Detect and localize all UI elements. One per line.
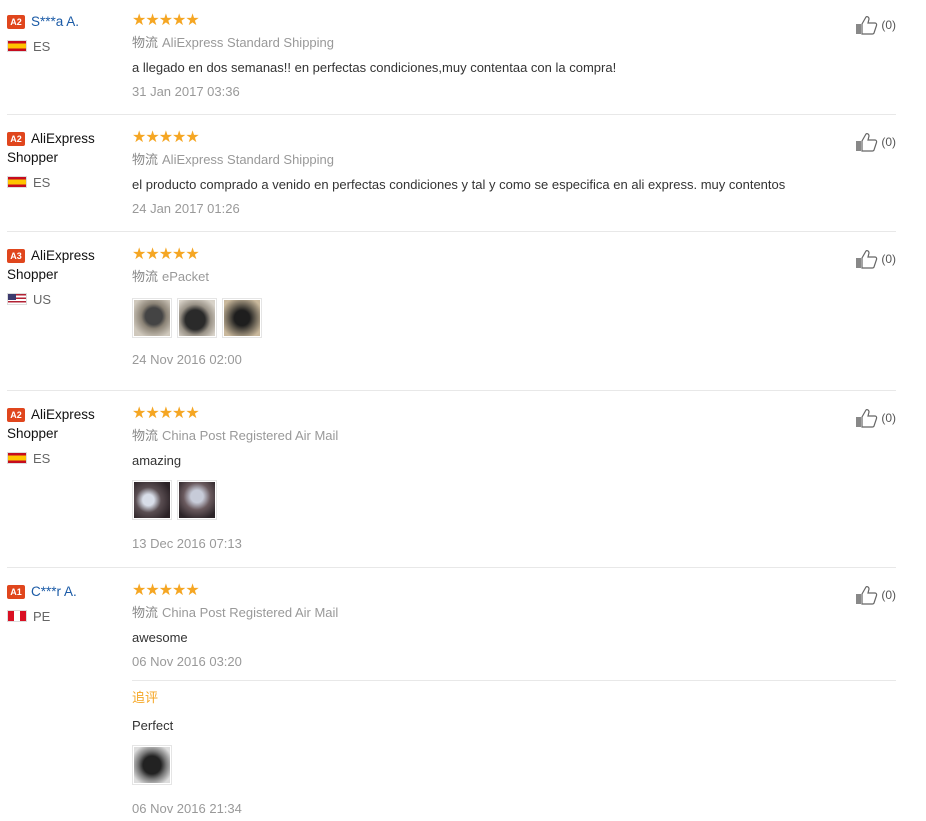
review-photos [132, 745, 896, 785]
country-code: PE [33, 609, 51, 624]
review-photo-thumbnail[interactable] [132, 480, 172, 520]
reviewer-name[interactable]: S***a A. [31, 14, 79, 29]
shipping-name: AliExpress Standard Shipping [162, 35, 335, 50]
thumbs-up-icon [856, 133, 878, 152]
buyer-level-badge: A2 [7, 15, 25, 29]
shipping-name: China Post Registered Air Mail [162, 605, 339, 620]
reviewer-country: US [7, 290, 127, 309]
review-divider [7, 231, 896, 232]
shipping-method: 物流 AliExpress Standard Shipping [132, 35, 812, 51]
review-divider [7, 390, 896, 391]
review-photo-thumbnail[interactable] [132, 745, 172, 785]
review-photos [132, 480, 812, 520]
helpful-button[interactable]: (0) [855, 408, 896, 428]
helpful-count: (0) [881, 18, 896, 32]
peru-flag-icon [7, 610, 27, 622]
shipping-label: 物流 [132, 35, 159, 50]
helpful-button[interactable]: (0) [855, 132, 896, 152]
reviewer-info: A1 C***r A. PE [7, 582, 127, 626]
review-date: 13 Dec 2016 07:13 [132, 536, 242, 551]
reviewer-info: A2 AliExpress Shopper ES [7, 405, 127, 468]
spain-flag-icon [7, 40, 27, 52]
star-rating: ★★★★★ [132, 582, 200, 599]
shipping-label: 物流 [132, 269, 159, 284]
thumbs-up-icon [856, 409, 878, 428]
review-text: a llegado en dos semanas!! en perfectas … [132, 60, 617, 75]
follow-up-title: 追评 [132, 690, 159, 705]
shipping-method: 物流 China Post Registered Air Mail [132, 605, 812, 621]
review-date: 31 Jan 2017 03:36 [132, 84, 240, 99]
shipping-label: 物流 [132, 152, 159, 167]
helpful-count: (0) [881, 135, 896, 149]
review-date: 06 Nov 2016 03:20 [132, 654, 242, 669]
helpful-button[interactable]: (0) [855, 15, 896, 35]
review-text: el producto comprado a venido en perfect… [132, 177, 786, 192]
review-divider [7, 114, 896, 115]
review-text: awesome [132, 630, 188, 645]
review-photo-thumbnail[interactable] [177, 480, 217, 520]
helpful-button[interactable]: (0) [855, 249, 896, 269]
thumbs-up-icon [856, 250, 878, 269]
buyer-level-badge: A1 [7, 585, 25, 599]
reviewer-name[interactable]: C***r A. [31, 584, 77, 599]
buyer-level-badge: A2 [7, 408, 25, 422]
us-flag-icon [7, 293, 27, 305]
shipping-method: 物流 AliExpress Standard Shipping [132, 152, 812, 168]
reviewer-info: A2 S***a A. ES [7, 12, 127, 56]
helpful-count: (0) [881, 252, 896, 266]
shipping-method: 物流 ePacket [132, 269, 812, 285]
reviewer-country: ES [7, 37, 127, 56]
buyer-level-badge: A2 [7, 132, 25, 146]
country-code: ES [33, 175, 51, 190]
reviewer-country: ES [7, 173, 127, 192]
helpful-count: (0) [881, 411, 896, 425]
review-text: amazing [132, 453, 182, 468]
shipping-method: 物流 China Post Registered Air Mail [132, 428, 812, 444]
star-rating: ★★★★★ [132, 405, 200, 422]
helpful-button[interactable]: (0) [855, 585, 896, 605]
helpful-count: (0) [881, 588, 896, 602]
star-rating: ★★★★★ [132, 246, 200, 263]
country-code: ES [33, 451, 51, 466]
spain-flag-icon [7, 452, 27, 464]
shipping-name: China Post Registered Air Mail [162, 428, 339, 443]
review-photos [132, 298, 812, 338]
thumbs-up-icon [856, 16, 878, 35]
shipping-name: ePacket [162, 269, 209, 284]
shipping-label: 物流 [132, 428, 159, 443]
follow-up-text: Perfect [132, 718, 174, 733]
country-code: ES [33, 39, 51, 54]
review-photo-thumbnail[interactable] [222, 298, 262, 338]
spain-flag-icon [7, 176, 27, 188]
review-date: 24 Jan 2017 01:26 [132, 201, 240, 216]
thumbs-up-icon [856, 586, 878, 605]
reviewer-country: ES [7, 449, 127, 468]
star-rating: ★★★★★ [132, 12, 200, 29]
review-photo-thumbnail[interactable] [177, 298, 217, 338]
follow-up-review: 追评 Perfect 06 Nov 2016 21:34 [132, 680, 896, 817]
review-photo-thumbnail[interactable] [132, 298, 172, 338]
reviewer-info: A3 AliExpress Shopper US [7, 246, 127, 309]
shipping-label: 物流 [132, 605, 159, 620]
reviewer-country: PE [7, 607, 127, 626]
country-code: US [33, 292, 52, 307]
shipping-name: AliExpress Standard Shipping [162, 152, 335, 167]
star-rating: ★★★★★ [132, 129, 200, 146]
follow-up-date: 06 Nov 2016 21:34 [132, 801, 242, 816]
buyer-level-badge: A3 [7, 249, 25, 263]
review-date: 24 Nov 2016 02:00 [132, 352, 242, 367]
review-divider [7, 567, 896, 568]
reviewer-info: A2 AliExpress Shopper ES [7, 129, 127, 192]
